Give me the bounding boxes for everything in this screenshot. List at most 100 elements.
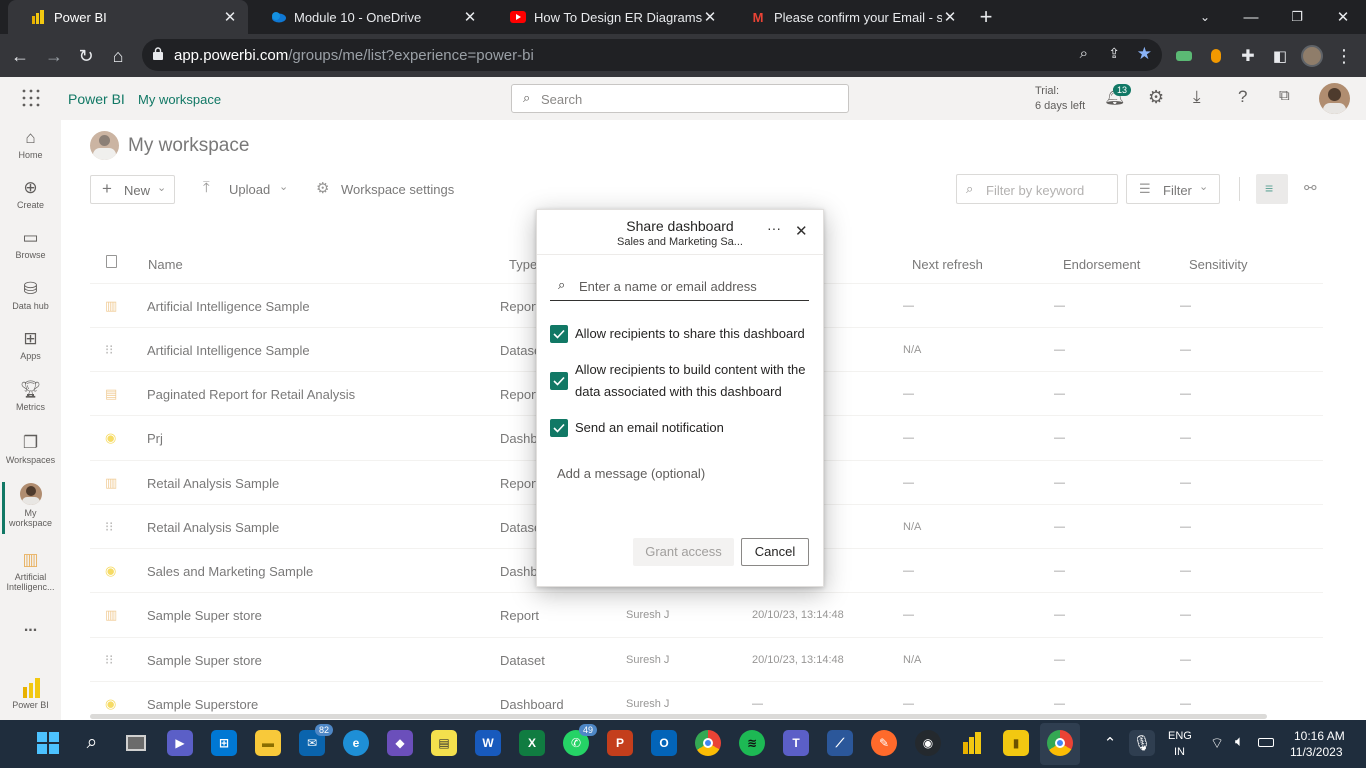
grant-access-button[interactable]: Grant access (633, 538, 734, 566)
more-options-icon[interactable]: ··· (767, 220, 781, 236)
close-icon[interactable]: ✕ (222, 8, 238, 26)
gmail-favicon: M (752, 9, 764, 25)
nav-label: Workspaces (5, 455, 56, 465)
file-explorer-icon[interactable]: ▬ (255, 730, 281, 756)
share-icon[interactable]: ⇪ (1108, 45, 1120, 62)
browser-tab-onedrive[interactable]: Module 10 - OneDrive ✕ (248, 0, 488, 34)
tab-title: Module 10 - OneDrive (294, 9, 422, 25)
close-icon[interactable]: ✕ (942, 8, 958, 26)
microsoft-store-icon[interactable]: ⊞ (211, 730, 237, 756)
cancel-button[interactable]: Cancel (741, 538, 809, 566)
nav-artificial-intelligence[interactable]: ▥ Artificial Intelligenc... (0, 550, 61, 592)
recipient-input[interactable]: ⌕ Enter a name or email address (550, 273, 809, 301)
minimize-button[interactable]: — (1228, 0, 1274, 34)
whatsapp-icon[interactable]: ✆ 49 (563, 724, 597, 756)
more-icon[interactable]: ... (0, 618, 61, 636)
show-hidden-icons-chevron-up-icon[interactable]: ⌃ (1097, 730, 1123, 756)
power-bi-taskbar-icon[interactable] (959, 730, 985, 756)
edge-icon[interactable]: e (343, 730, 369, 756)
bookmark-star-icon[interactable]: ★ (1137, 44, 1152, 64)
word-icon[interactable]: W (475, 730, 501, 756)
restore-button[interactable]: ❐ (1274, 0, 1320, 34)
browser-tab-gmail[interactable]: M Please confirm your Email - sure ✕ (728, 0, 968, 34)
build-permission-checkbox[interactable] (550, 372, 568, 390)
close-icon[interactable]: ✕ (795, 222, 808, 240)
teams-chat-icon[interactable]: ▶ (167, 730, 193, 756)
trial-label: Trial: (1035, 85, 1060, 97)
spotify-icon[interactable]: ≋ (739, 730, 765, 756)
browser-tab-youtube[interactable]: How To Design ER Diagrams Onl ✕ (488, 0, 728, 34)
share-feedback-icon[interactable]: ⧉ (1279, 87, 1290, 104)
excel-icon[interactable]: X (519, 730, 545, 756)
mail-icon[interactable]: ✉ 82 (299, 724, 333, 756)
forward-icon[interactable]: → (40, 42, 68, 70)
chrome-icon[interactable] (695, 730, 721, 756)
teams-icon[interactable]: T (783, 730, 809, 756)
checkmark-icon (553, 329, 565, 339)
user-avatar[interactable] (1319, 83, 1350, 114)
email-notification-checkbox[interactable] (550, 419, 568, 437)
share-permission-checkbox[interactable] (550, 325, 568, 343)
breadcrumb[interactable]: My workspace (138, 92, 221, 107)
battery-icon[interactable] (1258, 738, 1274, 747)
new-tab-button[interactable]: + (963, 0, 1009, 34)
outlook-icon[interactable]: O (651, 730, 677, 756)
clock-date[interactable]: 11/3/2023 (1290, 745, 1343, 759)
sticky-notes-icon[interactable]: ▤ (431, 730, 457, 756)
browse-icon: ▭ (22, 228, 39, 247)
side-panel-icon[interactable]: ◧ (1266, 42, 1294, 70)
settings-gear-icon[interactable]: ⚙ (1148, 87, 1164, 108)
download-icon[interactable]: ⤓ (1193, 87, 1201, 107)
nav-browse[interactable]: ▭ Browse (0, 228, 61, 260)
nav-metrics[interactable]: 🏆︎ Metrics (0, 380, 61, 412)
language-indicator-2[interactable]: IN (1174, 746, 1185, 758)
github-icon[interactable]: ◉ (915, 730, 941, 756)
email-notification-label: Send an email notification (575, 420, 724, 435)
power-bi-desktop-icon[interactable]: ▮ (1003, 730, 1029, 756)
extensions-puzzle-icon[interactable]: ✚ (1234, 42, 1262, 70)
task-view-icon[interactable] (123, 730, 149, 756)
home-browser-icon[interactable]: ⌂ (104, 42, 132, 70)
extension-green-icon[interactable] (1170, 42, 1198, 70)
tab-search-icon[interactable]: ⌄ (1182, 0, 1228, 34)
volume-icon[interactable]: 🔈︎ (1235, 733, 1244, 750)
close-icon[interactable]: ✕ (462, 8, 478, 26)
extension-orange-icon[interactable] (1202, 42, 1230, 70)
search-input[interactable]: ⌕ Search (511, 84, 849, 113)
nav-label: Home (18, 150, 43, 160)
help-icon[interactable]: ? (1238, 87, 1247, 107)
clock-time[interactable]: 10:16 AM (1294, 729, 1345, 743)
copilot-icon[interactable]: ◆ (387, 730, 413, 756)
tab-title: Please confirm your Email - sure (774, 9, 942, 25)
nav-workspaces[interactable]: ❐ Workspaces (0, 433, 61, 465)
profile-avatar[interactable] (1298, 42, 1326, 70)
nav-power-bi[interactable]: Power BI (0, 678, 61, 710)
taskbar-search-icon[interactable]: ⌕ (79, 730, 105, 756)
search-placeholder: Search (541, 92, 583, 107)
browser-tab-power-bi[interactable]: Power BI ✕ (8, 0, 248, 34)
chrome-active-icon[interactable] (1047, 730, 1073, 756)
windows-start-icon[interactable] (35, 730, 61, 756)
nav-data-hub[interactable]: ⛁ Data hub (0, 279, 61, 311)
browser-menu-icon[interactable]: ⋮ (1330, 42, 1358, 70)
close-icon[interactable]: ✕ (702, 8, 718, 26)
zoom-icon[interactable]: ⌕ (1080, 45, 1088, 62)
language-indicator-1[interactable]: ENG (1168, 730, 1192, 742)
mic-muted-icon[interactable]: 🎙︎ (1129, 730, 1155, 756)
reload-icon[interactable]: ↻ (72, 42, 100, 70)
wifi-icon[interactable]: ⌔ (1210, 734, 1224, 753)
address-bar[interactable]: app.powerbi.com/groups/me/list?experienc… (142, 39, 1162, 71)
window-close-button[interactable]: ✕ (1320, 0, 1366, 34)
nav-home[interactable]: ⌂ Home (0, 128, 61, 160)
apps-icon: ⊞ (23, 329, 38, 348)
powerpoint-icon[interactable]: P (607, 730, 633, 756)
message-textarea[interactable]: Add a message (optional) (550, 458, 809, 518)
nav-my-workspace[interactable]: My workspace (0, 483, 61, 528)
back-icon[interactable]: ← (6, 42, 34, 70)
app-launcher-taskbar-icon[interactable]: ⟋ (827, 730, 853, 756)
brand-label[interactable]: Power BI (68, 91, 125, 107)
nav-apps[interactable]: ⊞ Apps (0, 329, 61, 361)
drawing-app-icon[interactable]: ✎ (871, 730, 897, 756)
app-launcher-icon[interactable] (22, 89, 40, 112)
nav-create[interactable]: ⊕ Create (0, 178, 61, 210)
